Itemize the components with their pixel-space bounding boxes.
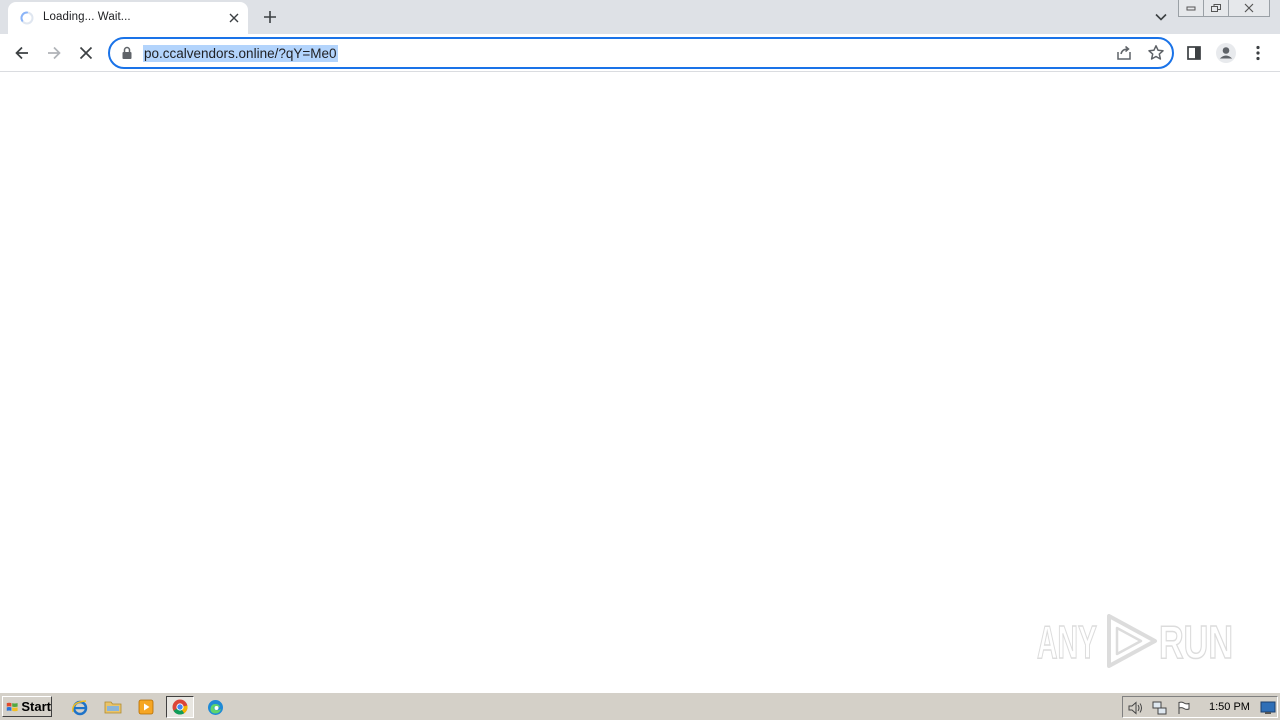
media-player-icon: [138, 699, 154, 715]
taskbar: Start 1:50 PM: [0, 692, 1280, 720]
browser-tab[interactable]: Loading... Wait...: [8, 2, 248, 34]
volume-icon: [1128, 701, 1142, 715]
close-icon: [229, 13, 239, 23]
forward-button[interactable]: [40, 39, 68, 67]
side-panel-button[interactable]: [1180, 39, 1208, 67]
star-icon[interactable]: [1147, 44, 1165, 62]
url-text[interactable]: po.ccalvendors.online/?qY=Me0: [143, 45, 338, 62]
lock-icon[interactable]: [121, 46, 133, 60]
edge-icon: [207, 699, 223, 715]
stop-x-icon: [79, 46, 93, 60]
page-content: ANY RUN: [0, 72, 1280, 692]
tab-strip: Loading... Wait...: [0, 0, 1280, 34]
window-close-button[interactable]: [1228, 0, 1270, 17]
system-tray: 1:50 PM: [1122, 696, 1278, 718]
profile-button[interactable]: [1212, 39, 1240, 67]
show-desktop-button[interactable]: [1260, 700, 1276, 716]
quicklaunch-edge[interactable]: [205, 697, 225, 717]
window-controls: [1178, 0, 1270, 18]
tray-action-center[interactable]: [1176, 700, 1192, 716]
tray-volume[interactable]: [1128, 700, 1144, 716]
kebab-menu-icon: [1256, 45, 1260, 61]
tab-search-button[interactable]: [1150, 6, 1172, 28]
stop-loading-button[interactable]: [72, 39, 100, 67]
loading-spinner-icon: [20, 11, 34, 25]
watermark-right-text: RUN: [1159, 616, 1233, 668]
new-tab-button[interactable]: [258, 6, 282, 28]
tab-close-button[interactable]: [225, 9, 243, 27]
chevron-down-icon: [1155, 13, 1167, 21]
quicklaunch-ie[interactable]: [70, 697, 90, 717]
windows-logo-icon: [6, 702, 18, 711]
desktop-icon: [1260, 701, 1276, 714]
browser-toolbar: po.ccalvendors.online/?qY=Me0: [0, 34, 1280, 72]
quicklaunch-explorer[interactable]: [103, 697, 123, 717]
minimize-button[interactable]: [1178, 0, 1204, 17]
flag-icon: [1178, 701, 1190, 714]
profile-icon: [1216, 43, 1236, 63]
tray-network[interactable]: [1152, 700, 1168, 716]
address-bar[interactable]: po.ccalvendors.online/?qY=Me0: [108, 37, 1174, 69]
arrow-left-icon: [15, 46, 28, 60]
chrome-icon: [172, 699, 188, 715]
plus-icon: [264, 11, 276, 23]
quicklaunch-media-player[interactable]: [136, 697, 156, 717]
side-panel-icon: [1187, 46, 1201, 60]
taskbar-chrome[interactable]: [166, 696, 194, 718]
restore-button[interactable]: [1203, 0, 1229, 17]
browser-menu-button[interactable]: [1244, 39, 1272, 67]
watermark-left-text: ANY: [1037, 616, 1097, 668]
internet-explorer-icon: [72, 700, 88, 716]
start-label: Start: [21, 699, 51, 714]
start-button[interactable]: Start: [2, 696, 52, 717]
taskbar-clock[interactable]: 1:50 PM: [1209, 701, 1250, 713]
network-icon: [1152, 701, 1167, 715]
share-icon[interactable]: [1115, 44, 1133, 62]
restore-icon: [1211, 4, 1221, 12]
minimize-icon: [1186, 6, 1196, 11]
tab-title: Loading... Wait...: [43, 11, 131, 23]
arrow-right-icon: [48, 46, 61, 60]
folder-icon: [104, 701, 122, 714]
close-icon: [1244, 3, 1254, 13]
back-button[interactable]: [8, 39, 36, 67]
anyrun-watermark: ANY RUN: [1037, 614, 1234, 669]
